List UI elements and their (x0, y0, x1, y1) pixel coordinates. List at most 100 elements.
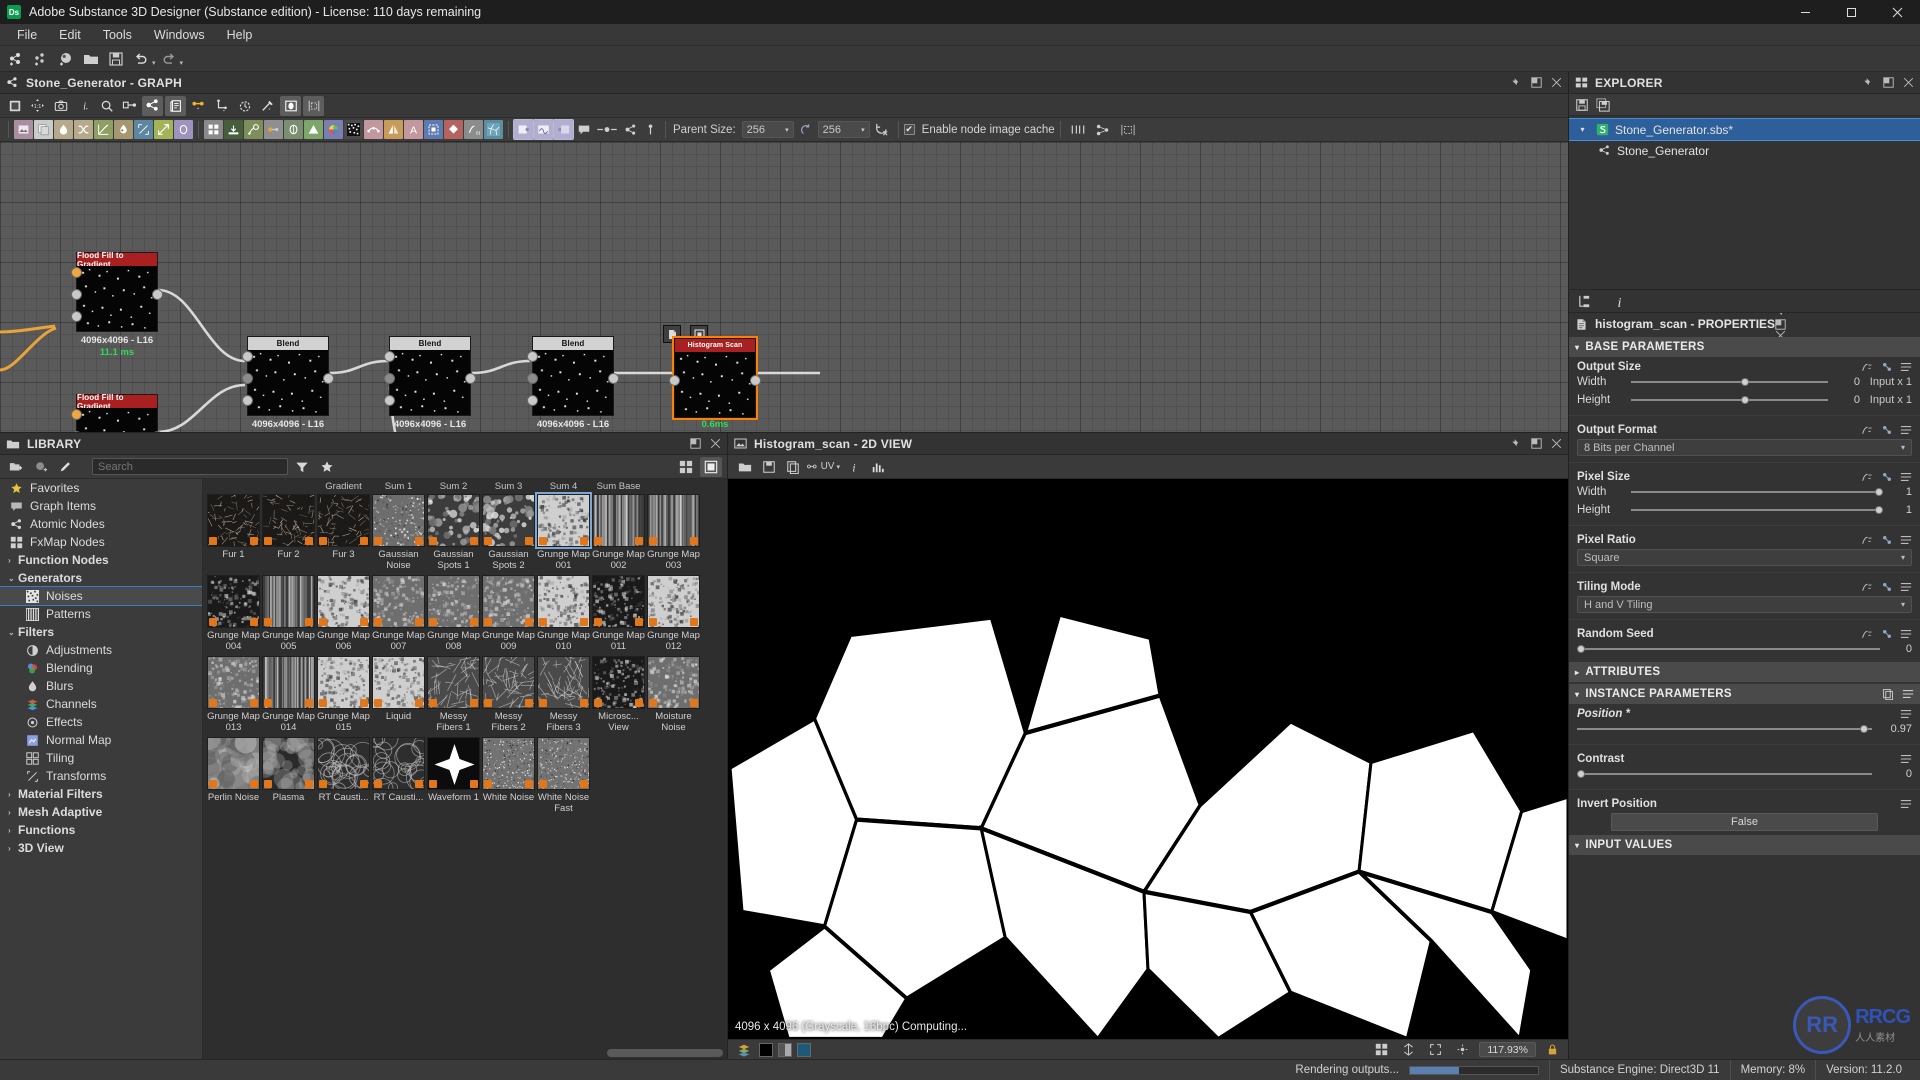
one-to-one-icon[interactable]: 1:1 (27, 96, 48, 116)
blend1-output[interactable] (323, 373, 334, 384)
warp-node-button[interactable] (134, 120, 153, 139)
output-width-value[interactable]: 0 (1834, 376, 1860, 388)
maximize-icon[interactable] (1775, 319, 1787, 330)
copy-params-icon[interactable] (1882, 688, 1894, 700)
histogram-icon[interactable] (867, 457, 888, 477)
undo-chevron-down-icon[interactable]: ▾ (152, 59, 156, 71)
close-icon[interactable] (1551, 77, 1562, 88)
menu-icon[interactable] (1900, 472, 1912, 482)
output-width-link[interactable]: Input x 1 (1860, 376, 1912, 388)
tree-item-adjustments[interactable]: Adjustments (0, 641, 202, 659)
function-icon[interactable] (1861, 629, 1874, 640)
link-node-button[interactable] (264, 120, 283, 139)
timer-icon[interactable] (234, 96, 255, 116)
tree-item-mesh-adaptive[interactable]: › Mesh Adaptive (0, 803, 202, 821)
pin-marker-icon[interactable] (641, 120, 660, 139)
filter-icon[interactable] (291, 457, 313, 477)
library-item[interactable]: RT Causti... (317, 737, 370, 816)
output-node-button[interactable] (553, 119, 574, 140)
function-icon[interactable] (1861, 535, 1874, 546)
node-flood-fill-to-gradient-1[interactable]: Flood Fill to Gradient 4096x4096 - L16 1… (71, 251, 163, 358)
expose-icon[interactable] (1881, 534, 1893, 546)
pin-icon[interactable] (1510, 438, 1522, 450)
close-icon[interactable] (710, 438, 721, 449)
graph-canvas[interactable]: Flood Fill to Gradient 4096x4096 - L16 1… (0, 142, 1568, 432)
blend3-input-2[interactable] (527, 373, 538, 384)
explorer-item-sbs-file[interactable]: ▾ Stone_Generator.sbs* (1569, 118, 1920, 141)
node-flood-fill-to-gradient-2[interactable]: Flood Fill to Gradient 4096x4096 - L16 (71, 393, 163, 432)
function-node-button[interactable]: 01 (464, 120, 483, 139)
maximize-icon[interactable] (690, 438, 701, 449)
node2-input-port-1[interactable] (71, 409, 82, 420)
contrast-slider[interactable] (1577, 767, 1872, 781)
library-item[interactable]: Microsc... View (592, 656, 645, 735)
redo-chevron-down-icon[interactable]: ▾ (180, 59, 184, 71)
tree-item-normal-map[interactable]: Normal Map (0, 731, 202, 749)
pixel-height-value[interactable]: 1 (1886, 504, 1912, 516)
random-seed-value[interactable]: 0 (1886, 643, 1912, 655)
library-item[interactable]: Messy Fibers 3 (537, 656, 590, 735)
slider-knob-4[interactable] (1875, 506, 1884, 514)
section-instance-parameters[interactable]: ▾ INSTANCE PARAMETERS (1569, 684, 1920, 704)
input-node-button[interactable] (513, 119, 534, 140)
library-horizontal-scrollbar[interactable] (203, 1047, 727, 1059)
node-input-port-3[interactable] (71, 311, 82, 322)
frame-node-button[interactable] (621, 120, 640, 139)
expose-icon[interactable] (1881, 424, 1893, 436)
open-folder-icon[interactable] (79, 48, 103, 70)
align-icon[interactable] (303, 95, 324, 116)
undo-icon[interactable] (129, 48, 153, 70)
invert-position-toggle[interactable]: False (1611, 813, 1878, 831)
menu-icon[interactable] (1902, 689, 1914, 699)
curve-input-node-button[interactable] (533, 119, 554, 140)
camera-icon[interactable] (50, 96, 71, 116)
library-item[interactable]: Grunge Map 008 (427, 575, 480, 654)
crop-node-button[interactable] (424, 120, 443, 139)
library-grid[interactable]: Fur 1 Fur 2 Fur 3 Gaussian Noise Gaussian Sp… (203, 492, 727, 1047)
library-item[interactable]: Liquid (372, 656, 425, 735)
color-swatch-blue[interactable] (797, 1042, 811, 1057)
tree-item-channels[interactable]: Channels (0, 695, 202, 713)
library-item[interactable]: Messy Fibers 1 (427, 656, 480, 735)
transform-node-button[interactable] (154, 120, 173, 139)
contrast-value[interactable]: 0 (1878, 768, 1912, 780)
library-search-box[interactable] (92, 458, 288, 475)
parent-height-select[interactable]: 256 ▾ (817, 121, 870, 138)
preview-icon[interactable] (280, 95, 301, 116)
new-material-icon[interactable] (54, 48, 78, 70)
library-item[interactable]: Grunge Map 010 (537, 575, 590, 654)
tree-item-blurs[interactable]: Blurs (0, 677, 202, 695)
blend3-output[interactable] (608, 373, 619, 384)
redo-icon[interactable] (157, 48, 181, 70)
save-all-icon[interactable] (1596, 97, 1610, 112)
node-input-port-2[interactable] (71, 289, 82, 300)
fit-view-icon[interactable] (4, 96, 25, 116)
menu-help[interactable]: Help (216, 24, 264, 46)
blend2-input-3[interactable] (384, 395, 395, 406)
expose-icon[interactable] (1881, 628, 1893, 640)
maximize-icon[interactable] (1531, 77, 1542, 88)
pin-icon[interactable] (1862, 77, 1874, 89)
shape-node-button[interactable] (244, 120, 263, 139)
connect-icon[interactable] (119, 96, 140, 116)
section-input-values[interactable]: ▾ INPUT VALUES (1569, 835, 1920, 855)
close-icon[interactable] (1903, 77, 1914, 88)
node-blend-3[interactable]: Blend 4096x4096 - L16 1.25ms (527, 336, 619, 432)
slider-knob-2[interactable] (1741, 396, 1750, 404)
blend3-input-3[interactable] (527, 395, 538, 406)
auto-layout-icon[interactable] (1116, 120, 1140, 139)
open-icon[interactable] (734, 457, 755, 477)
layers-icon[interactable] (165, 95, 186, 116)
expose-icon[interactable] (1881, 361, 1893, 373)
tiling-mode-select[interactable]: H and V Tiling ▾ (1577, 596, 1912, 613)
new-folder-icon[interactable] (5, 457, 27, 477)
output-height-value[interactable]: 0 (1834, 394, 1860, 406)
blend1-input-2[interactable] (242, 373, 253, 384)
lock-icon[interactable] (1542, 1040, 1563, 1060)
shuffle-node-button[interactable] (74, 120, 93, 139)
library-item[interactable]: Perlin Noise (207, 737, 260, 816)
function-icon[interactable] (1861, 425, 1874, 436)
water-node-button[interactable] (54, 120, 73, 139)
copy-icon[interactable] (782, 457, 803, 477)
library-item[interactable]: Moisture Noise (647, 656, 700, 735)
